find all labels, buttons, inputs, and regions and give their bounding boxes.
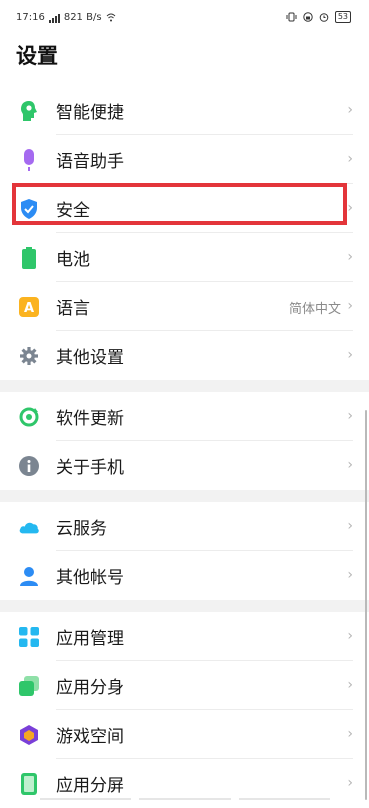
settings-item-software-update[interactable]: 软件更新 › — [0, 392, 369, 441]
battery-icon: 53 — [334, 11, 351, 23]
settings-item-app-management[interactable]: 应用管理 › — [0, 612, 369, 661]
app-clone-icon — [18, 675, 40, 697]
chevron-right-icon: › — [347, 151, 353, 167]
chevron-right-icon: › — [347, 347, 353, 363]
settings-item-language[interactable]: A 语言 简体中文 › — [0, 282, 369, 331]
gear-icon — [18, 345, 40, 367]
battery-green-icon — [18, 246, 40, 269]
settings-item-split-screen[interactable]: 应用分屏 › — [0, 759, 369, 808]
settings-item-label: 软件更新 — [56, 409, 124, 429]
group-divider — [0, 490, 369, 502]
app-grid-icon — [18, 626, 40, 648]
update-cycle-icon — [18, 406, 40, 428]
chevron-right-icon: › — [347, 457, 353, 473]
settings-item-label: 游戏空间 — [56, 727, 124, 747]
status-bar: 17:16 821 B/s 53 — [0, 0, 369, 36]
settings-item-smart[interactable]: 智能便捷 › — [0, 86, 369, 135]
highlight-box — [12, 183, 347, 225]
wifi-icon — [106, 13, 115, 22]
page-title: 设置 — [16, 44, 58, 68]
game-cube-icon — [18, 724, 40, 746]
language-value: 简体中文 — [288, 302, 341, 317]
chevron-right-icon: › — [347, 567, 353, 583]
settings-item-label: 关于手机 — [56, 458, 124, 478]
settings-item-app-clone[interactable]: 应用分身 › — [0, 661, 369, 710]
settings-item-label: 语言 — [56, 299, 90, 319]
settings-item-label: 其他帐号 — [56, 568, 124, 588]
settings-item-label: 其他设置 — [56, 348, 124, 368]
group-divider — [0, 380, 369, 392]
settings-item-battery[interactable]: 电池 › — [0, 233, 369, 282]
person-icon — [18, 565, 40, 587]
smart-brain-icon — [18, 100, 40, 122]
settings-item-label: 语音助手 — [56, 152, 124, 172]
status-left: 17:16 821 B/s — [16, 12, 116, 23]
settings-item-other-accounts[interactable]: 其他帐号 › — [0, 551, 369, 600]
split-screen-icon — [18, 772, 40, 795]
settings-item-voice-assistant[interactable]: 语音助手 › — [0, 135, 369, 184]
settings-item-other-settings[interactable]: 其他设置 › — [0, 331, 369, 380]
vibrate-icon — [286, 12, 297, 22]
info-icon — [18, 455, 40, 477]
chevron-right-icon: › — [347, 775, 353, 791]
chevron-right-icon: › — [347, 408, 353, 424]
cloud-icon — [18, 516, 40, 538]
chevron-right-icon: › — [347, 726, 353, 742]
alarm-icon — [319, 13, 329, 22]
chevron-right-icon: › — [347, 518, 353, 534]
status-time: 17:16 — [16, 12, 45, 23]
settings-item-label: 电池 — [56, 250, 90, 270]
status-right: 53 — [286, 11, 351, 23]
settings-item-about-phone[interactable]: 关于手机 › — [0, 441, 369, 490]
network-speed: 821 B/s — [63, 12, 102, 23]
settings-item-label: 云服务 — [56, 519, 107, 539]
chevron-right-icon: › — [347, 298, 353, 314]
chevron-right-icon: › — [347, 249, 353, 265]
microphone-icon — [18, 148, 40, 171]
settings-item-label: 应用分屏 — [56, 776, 124, 796]
group-divider — [0, 600, 369, 612]
lock-icon — [303, 12, 313, 22]
settings-item-label: 应用分身 — [56, 678, 124, 698]
settings-item-label: 智能便捷 — [56, 103, 124, 123]
chevron-right-icon: › — [347, 628, 353, 644]
language-a-icon: A — [18, 296, 40, 318]
svg-text:A: A — [24, 301, 34, 316]
scrollbar[interactable] — [365, 410, 367, 800]
signal-icon — [48, 13, 60, 23]
chevron-right-icon: › — [347, 677, 353, 693]
settings-item-label: 应用管理 — [56, 629, 124, 649]
chevron-right-icon: › — [347, 102, 353, 118]
chevron-right-icon: › — [347, 200, 353, 216]
settings-item-game-space[interactable]: 游戏空间 › — [0, 710, 369, 759]
settings-item-cloud-service[interactable]: 云服务 › — [0, 502, 369, 551]
